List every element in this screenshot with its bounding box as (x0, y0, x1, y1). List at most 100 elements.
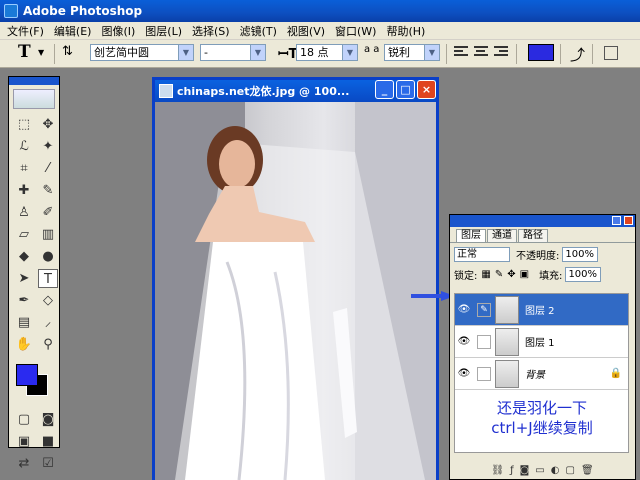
adjustment-layer-icon[interactable]: ◐ (551, 465, 560, 476)
menu-file[interactable]: 文件(F) (2, 23, 49, 39)
new-group-icon[interactable]: ▭ (535, 465, 544, 476)
clone-stamp-tool-icon[interactable]: ♙ (14, 203, 34, 222)
standard-mode-icon[interactable]: ▢ (14, 410, 34, 429)
eyedropper-tool-icon[interactable]: ⸝ (38, 313, 58, 332)
layer-mask-icon[interactable]: ◙ (520, 465, 530, 476)
close-button[interactable]: × (417, 80, 436, 99)
layer-row[interactable]: 👁 图层 1 (455, 326, 628, 358)
layer-name: 图层 2 (525, 306, 555, 317)
path-selection-tool-icon[interactable]: ➤ (14, 269, 34, 288)
font-size-select[interactable]: 18 点 ▼ (296, 44, 358, 61)
jump-to-imageready-icon[interactable]: ⇄ (14, 454, 34, 473)
eraser-tool-icon[interactable]: ▱ (14, 225, 34, 244)
link-box[interactable] (477, 334, 491, 349)
slice-tool-icon[interactable]: ⁄ (38, 159, 58, 178)
align-left-icon[interactable] (454, 46, 468, 60)
healing-brush-tool-icon[interactable]: ✚ (14, 181, 34, 200)
document-title-bar[interactable]: chinaps.net龙依.jpg @ 100... _ □ × (155, 80, 436, 102)
menu-window[interactable]: 窗口(W) (330, 23, 381, 39)
document-icon (159, 84, 173, 98)
menu-bar: 文件(F) 编辑(E) 图像(I) 图层(L) 选择(S) 滤镜(T) 视图(V… (0, 22, 640, 40)
menu-filter[interactable]: 滤镜(T) (235, 23, 282, 39)
chevron-down-icon: ▼ (250, 45, 265, 60)
eye-icon[interactable]: 👁 (455, 336, 473, 347)
palette-minimize-button[interactable] (612, 216, 621, 225)
photoshop-feather-logo[interactable] (13, 89, 55, 109)
document-title: chinaps.net龙依.jpg @ 100... (177, 85, 350, 98)
menu-help[interactable]: 帮助(H) (381, 23, 430, 39)
shape-tool-icon[interactable]: ◇ (38, 291, 58, 310)
lock-position-icon[interactable]: ✥ (507, 269, 515, 280)
brush-tool-icon[interactable]: ✎ (38, 181, 58, 200)
type-tool-preset[interactable]: T (18, 42, 31, 62)
font-family-select[interactable]: 创艺简中圆 ▼ (90, 44, 194, 61)
type-tool-icon[interactable]: T (38, 269, 58, 288)
full-screen-mode-icon[interactable]: ■ (38, 432, 58, 451)
zoom-tool-icon[interactable]: ⚲ (38, 335, 58, 354)
text-color-swatch[interactable] (528, 44, 554, 61)
blend-mode-select[interactable]: 正常 (454, 246, 510, 262)
align-center-icon[interactable] (474, 46, 488, 60)
foreground-color-swatch[interactable] (16, 364, 38, 386)
align-right-icon[interactable] (494, 46, 508, 60)
crop-tool-icon[interactable]: ⌗ (14, 159, 34, 178)
link-box[interactable] (477, 366, 491, 381)
separator (592, 44, 593, 64)
fill-input[interactable]: 100% (565, 266, 602, 282)
lock-all-icon[interactable]: ▣ (520, 269, 529, 280)
history-brush-tool-icon[interactable]: ✐ (38, 203, 58, 222)
pen-tool-icon[interactable]: ✒ (14, 291, 34, 310)
dodge-tool-icon[interactable]: ● (38, 247, 58, 266)
minimize-button[interactable]: _ (375, 80, 394, 99)
palette-header[interactable] (450, 215, 635, 227)
layer-style-icon[interactable]: ƒ (510, 465, 514, 476)
tab-channels[interactable]: 通道 (487, 229, 517, 242)
magic-wand-tool-icon[interactable]: ✦ (38, 137, 58, 156)
imageready-icon[interactable]: ☑ (38, 454, 58, 473)
lock-transparent-icon[interactable]: ▦ (481, 269, 490, 280)
notes-tool-icon[interactable]: ▤ (14, 313, 34, 332)
menu-view[interactable]: 视图(V) (282, 23, 330, 39)
trash-icon[interactable]: 🗑 (581, 465, 594, 476)
palettes-toggle-icon[interactable] (604, 46, 618, 60)
warp-text-icon[interactable]: ⤴ (570, 44, 585, 65)
opacity-label: 不透明度: (516, 250, 560, 262)
chevron-down-icon: ▼ (342, 45, 357, 60)
palette-close-button[interactable] (624, 216, 633, 225)
anti-alias-select[interactable]: 锐利 ▼ (384, 44, 440, 61)
hand-tool-icon[interactable]: ✋ (14, 335, 34, 354)
gradient-tool-icon[interactable]: ▥ (38, 225, 58, 244)
photoshop-icon (4, 4, 18, 18)
blend-mode-value: 正常 (457, 248, 477, 260)
eye-icon[interactable]: 👁 (455, 304, 473, 315)
move-tool-icon[interactable]: ✥ (38, 115, 58, 134)
layers-palette: 图层 通道 路径 正常 不透明度: 100% 锁定: ▦ ✎ ✥ ▣ 填充: 1… (449, 214, 636, 480)
eye-icon[interactable]: 👁 (455, 368, 473, 379)
maximize-button[interactable]: □ (396, 80, 415, 99)
menu-layer[interactable]: 图层(L) (140, 23, 187, 39)
quick-mask-mode-icon[interactable]: ◙ (38, 410, 58, 429)
image-canvas[interactable] (155, 102, 436, 480)
layer-row[interactable]: 👁 ✎ 图层 2 (455, 294, 628, 326)
blur-tool-icon[interactable]: ◆ (14, 247, 34, 266)
marquee-tool-icon[interactable]: ⬚ (14, 115, 34, 134)
font-style-select[interactable]: - ▼ (200, 44, 266, 61)
menu-image[interactable]: 图像(I) (96, 23, 140, 39)
lock-image-icon[interactable]: ✎ (495, 269, 503, 280)
orientation-toggle-icon[interactable]: ⇅ (62, 44, 73, 59)
app-title: Adobe Photoshop (23, 4, 143, 18)
opacity-input[interactable]: 100% (562, 246, 599, 262)
tab-layers[interactable]: 图层 (456, 229, 486, 242)
screen-mode-icon[interactable]: ▣ (14, 432, 34, 451)
chevron-down-icon[interactable]: ▼ (38, 48, 44, 57)
tab-paths[interactable]: 路径 (518, 229, 548, 242)
separator (560, 44, 561, 64)
lasso-tool-icon[interactable]: ℒ (14, 137, 34, 156)
menu-select[interactable]: 选择(S) (187, 23, 235, 39)
anti-alias-icon: a a (364, 44, 380, 55)
new-layer-icon[interactable]: ▢ (565, 465, 574, 476)
layer-row[interactable]: 👁 背景 🔒 (455, 358, 628, 390)
toolbox-header[interactable] (9, 77, 59, 85)
menu-edit[interactable]: 编辑(E) (49, 23, 97, 39)
link-layers-icon[interactable]: ⛓ (491, 465, 504, 476)
